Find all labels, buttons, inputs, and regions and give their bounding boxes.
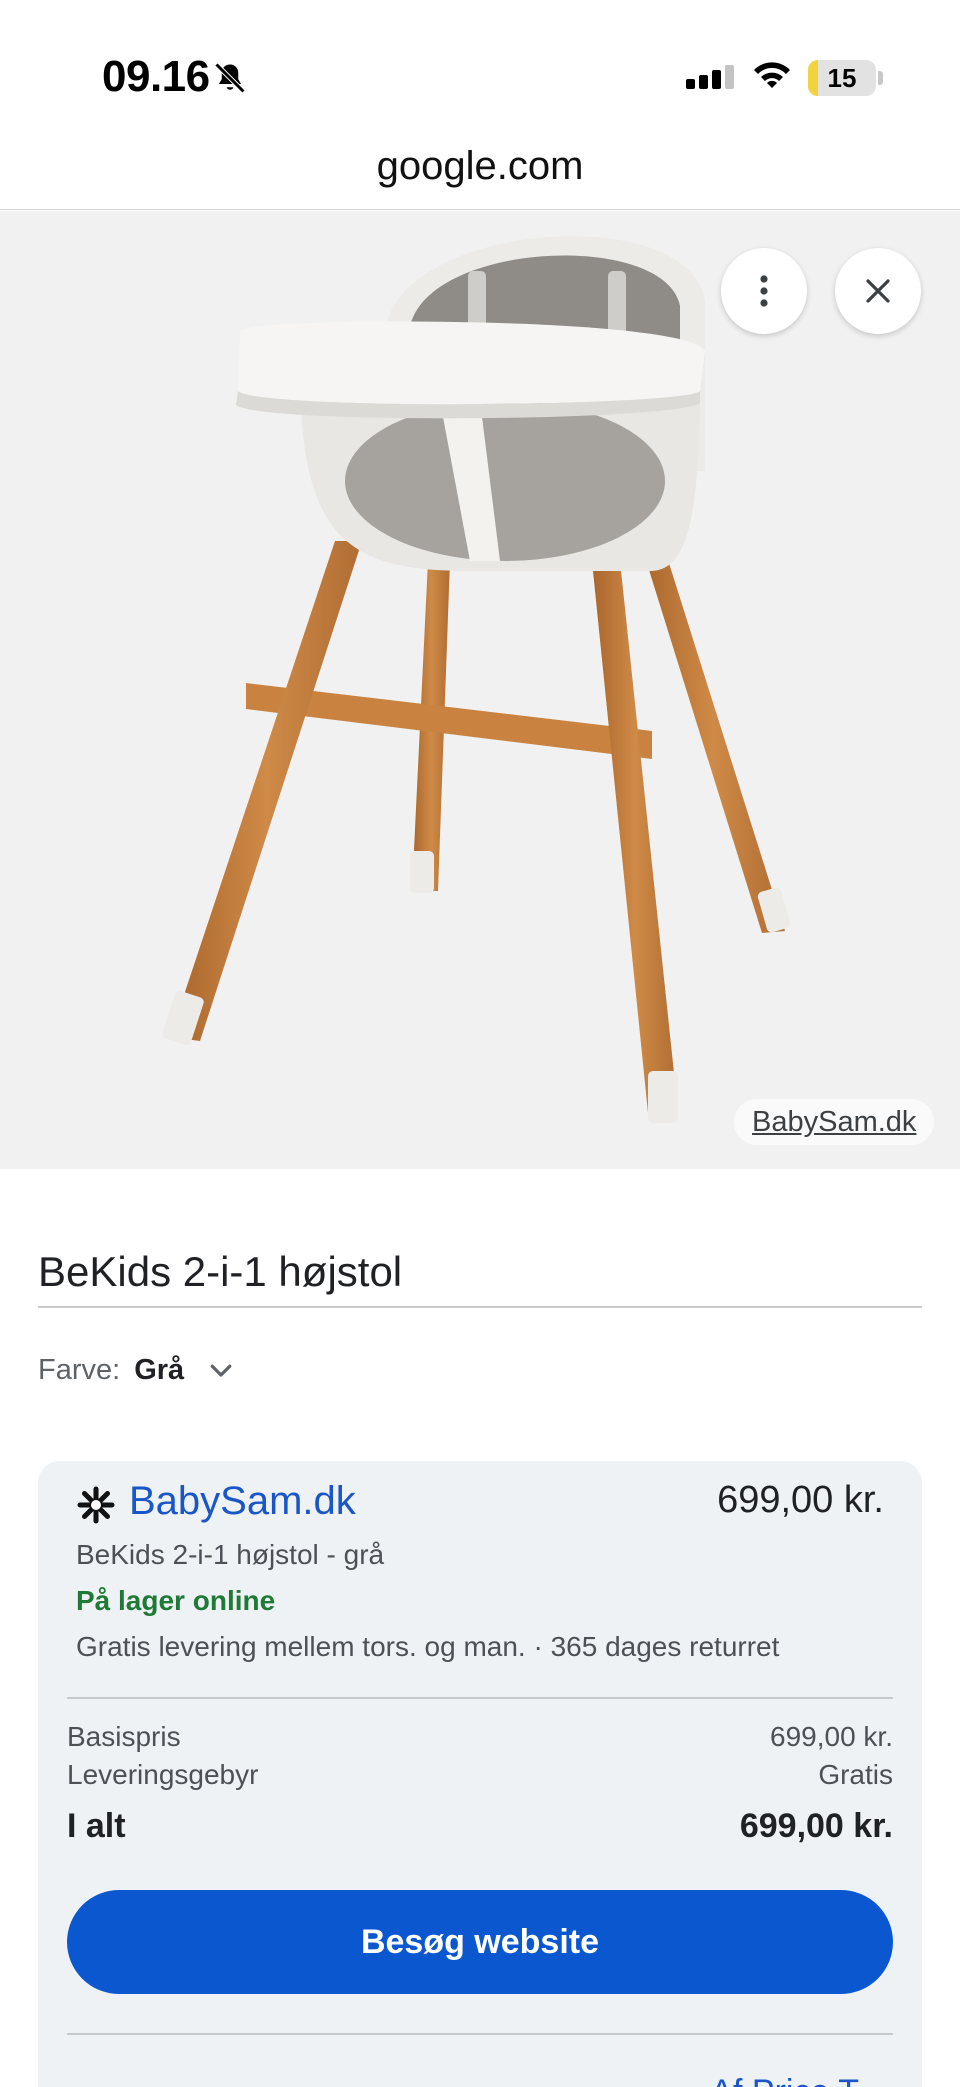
merchant-logo-icon <box>77 1486 115 1524</box>
high-chair-image <box>162 236 791 1123</box>
chevron-down-icon[interactable] <box>206 1355 236 1385</box>
total-value: 699,00 kr. <box>739 1807 893 1845</box>
offer-card: BabySam.dk 699,00 kr. BeKids 2-i-1 højst… <box>38 1461 922 2087</box>
base-price-label: Basispris <box>67 1721 181 1752</box>
product-title: BeKids 2-i-1 højstol <box>38 1248 403 1295</box>
cellular-signal-icon <box>686 65 734 89</box>
image-source-link[interactable]: BabySam.dk <box>734 1099 935 1145</box>
merchant-name-link[interactable]: BabySam.dk <box>129 1479 356 1524</box>
offer-product-name: BeKids 2-i-1 højstol - grå <box>76 1539 385 1570</box>
base-price-value: 699,00 kr. <box>770 1721 893 1752</box>
title-divider <box>38 1306 922 1308</box>
variant-label: Farve: <box>38 1353 121 1386</box>
color-selector[interactable]: Farve: Grå <box>38 1348 236 1392</box>
close-icon <box>866 279 890 303</box>
delivery-info: Gratis levering mellem tors. og man. · 3… <box>76 1631 780 1662</box>
price-source-link[interactable]: Af Price T… <box>710 2073 893 2087</box>
close-button[interactable] <box>835 248 921 334</box>
total-label: I alt <box>67 1807 126 1845</box>
more-vert-icon <box>760 275 768 307</box>
delivery-fee-label: Leveringsgebyr <box>67 1759 259 1790</box>
divider <box>67 1697 893 1699</box>
offer-price: 699,00 kr. <box>717 1479 884 1521</box>
url-text[interactable]: google.com <box>0 144 960 189</box>
status-time: 09.16 <box>102 52 210 101</box>
visit-website-button[interactable]: Besøg website <box>67 1890 893 1994</box>
bell-muted-icon <box>214 62 246 94</box>
stock-status: På lager online <box>76 1585 276 1616</box>
delivery-fee-value: Gratis <box>818 1759 893 1790</box>
more-options-button[interactable] <box>721 248 807 334</box>
status-bar: 09.16 15 <box>0 0 960 120</box>
battery-level: 15 <box>827 63 857 93</box>
url-bar[interactable]: google.com <box>0 130 960 210</box>
battery-nub <box>878 71 883 85</box>
wifi-icon <box>754 62 790 88</box>
variant-value[interactable]: Grå <box>134 1354 184 1387</box>
battery-indicator: 15 <box>808 60 876 96</box>
product-image-area: BabySam.dk <box>0 211 960 1169</box>
divider <box>67 2033 893 2035</box>
